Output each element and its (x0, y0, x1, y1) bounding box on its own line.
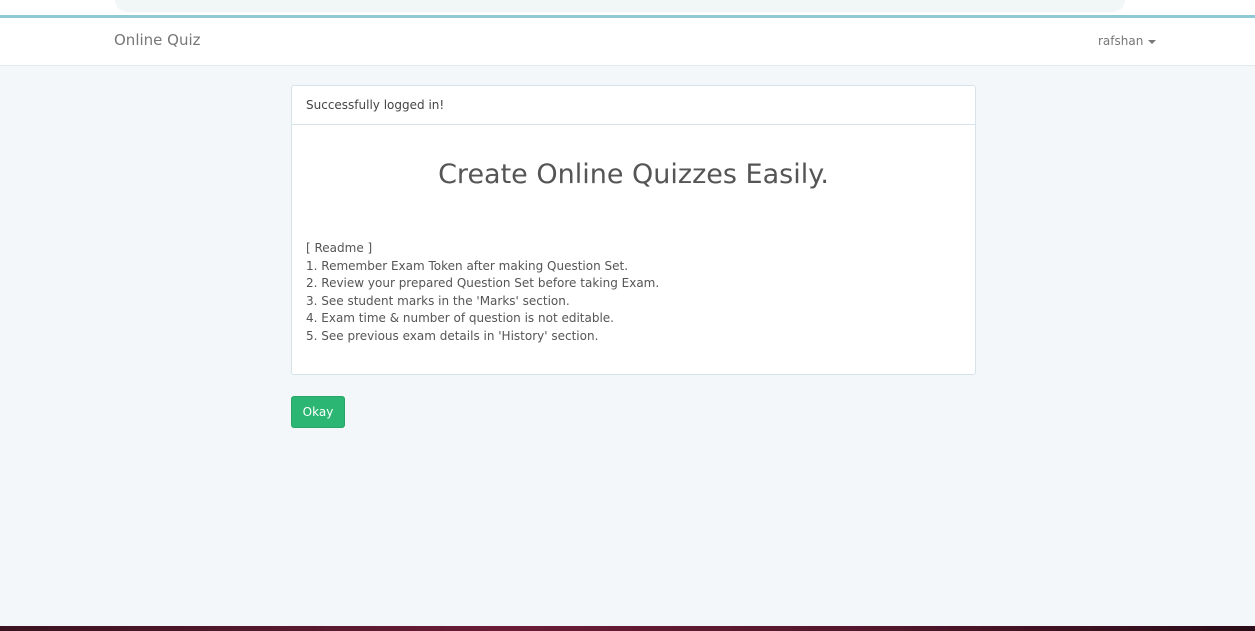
okay-button[interactable]: Okay (291, 396, 345, 428)
readme-list: [ Readme ] 1. Remember Exam Token after … (306, 240, 659, 345)
welcome-panel: Successfully logged in! Create Online Qu… (291, 85, 976, 375)
caret-down-icon (1148, 39, 1157, 44)
user-menu-dropdown[interactable]: rafshan (1098, 34, 1157, 48)
readme-item: 4. Exam time & number of question is not… (306, 311, 614, 325)
readme-item: 3. See student marks in the 'Marks' sect… (306, 293, 570, 308)
navbar: Online Quiz rafshan (0, 18, 1255, 66)
user-name: rafshan (1098, 34, 1144, 48)
readme-header: [ Readme ] (306, 241, 373, 255)
page-title: Create Online Quizzes Easily. (438, 159, 829, 190)
browser-top-strip (0, 0, 1255, 18)
readme-item: 5. See previous exam details in 'History… (306, 328, 599, 343)
taskbar-strip (0, 626, 1255, 631)
brand-link[interactable]: Online Quiz (114, 31, 201, 49)
readme-item: 2. Review your prepared Question Set bef… (306, 276, 660, 290)
login-success-message: Successfully logged in! (292, 86, 975, 125)
browser-top-strip-inner (115, 0, 1125, 12)
readme-item: 1. Remember Exam Token after making Ques… (306, 258, 629, 273)
